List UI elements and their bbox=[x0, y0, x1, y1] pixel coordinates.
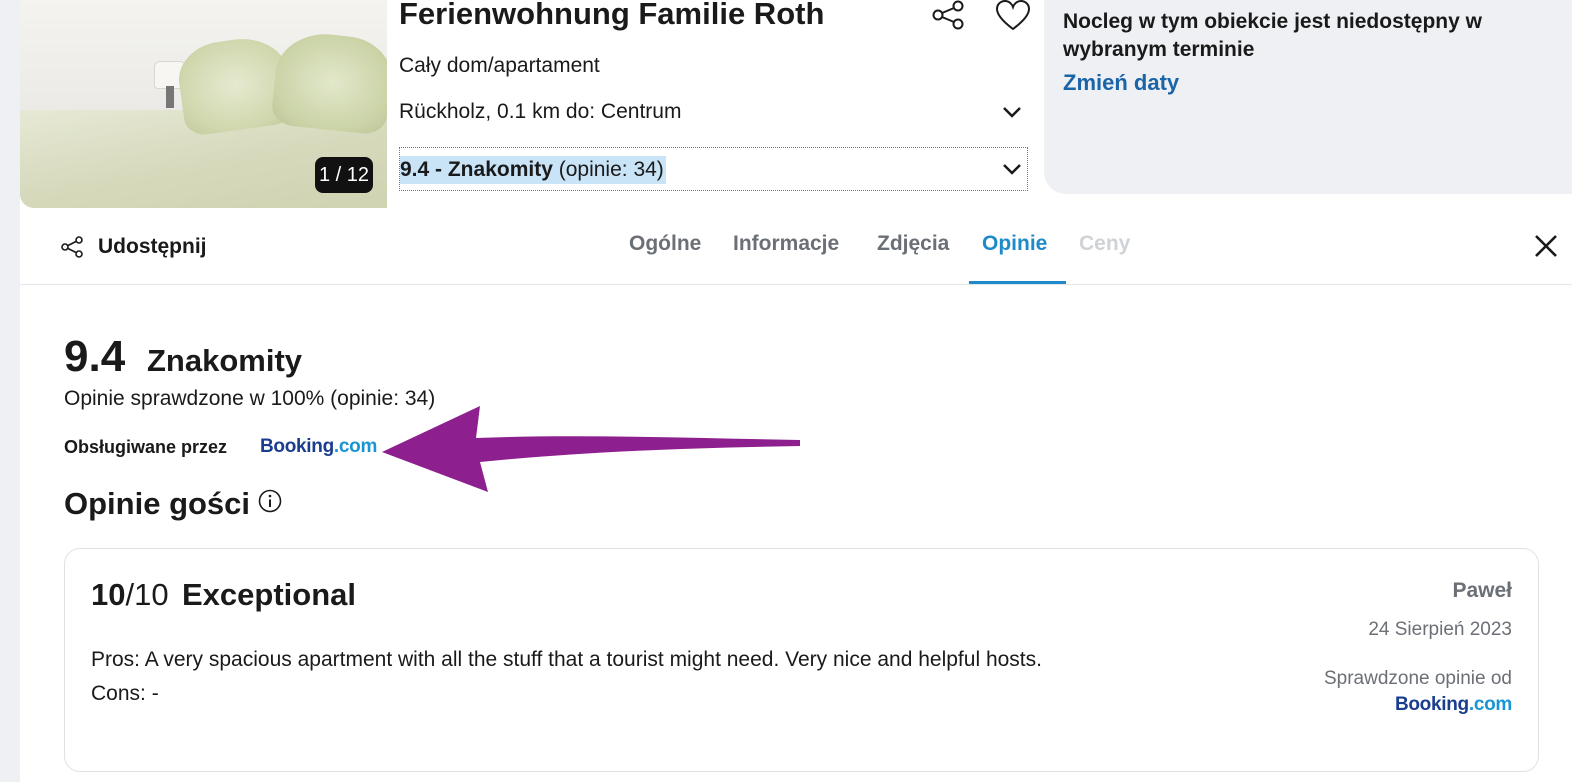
share-button[interactable]: Udostępnij bbox=[60, 232, 207, 262]
chevron-down-icon[interactable] bbox=[1001, 158, 1023, 180]
annotation-arrow bbox=[382, 406, 800, 492]
guest-reviews-heading: Opinie gości bbox=[64, 486, 251, 521]
rating-dropdown[interactable]: 9.4 - Znakomity (opinie: 34) bbox=[399, 147, 1028, 191]
review-verified-label: Sprawdzone opinie od bbox=[1323, 668, 1512, 689]
review-text: Pros: A very spacious apartment with all… bbox=[91, 648, 1042, 705]
tab-opinie[interactable]: Opinie bbox=[982, 232, 1047, 256]
tab-bar: Udostępnij Ogólne Informacje Zdjęcia Opi… bbox=[20, 208, 1572, 285]
active-tab-indicator bbox=[969, 281, 1066, 284]
details-panel: Udostępnij Ogólne Informacje Zdjęcia Opi… bbox=[20, 208, 1572, 782]
property-type: Cały dom/apartament bbox=[399, 54, 600, 77]
review-date: 24 Sierpień 2023 bbox=[1368, 619, 1512, 640]
review-card: 10/10 Exceptional Pros: A very spacious … bbox=[64, 548, 1539, 772]
left-gutter bbox=[0, 0, 20, 782]
hotel-title[interactable]: Ferienwohnung Familie Roth bbox=[399, 0, 824, 32]
overall-score-label: Znakomity bbox=[147, 343, 303, 378]
tab-informacje[interactable]: Informacje bbox=[733, 232, 839, 256]
info-icon[interactable] bbox=[258, 489, 282, 513]
booking-logo: Booking.com bbox=[1394, 694, 1512, 715]
review-score: 10/10 bbox=[91, 577, 169, 612]
location-text[interactable]: Rückholz, 0.1 km do: Centrum bbox=[399, 100, 681, 124]
review-title: Exceptional bbox=[182, 577, 356, 612]
availability-box: Nocleg w tym obiekcie jest niedostępny w… bbox=[1044, 0, 1572, 194]
close-icon[interactable] bbox=[1532, 232, 1560, 260]
rating-summary: 9.4 - Znakomity (opinie: 34) bbox=[400, 156, 666, 184]
hotel-photo[interactable]: 1 / 12 bbox=[20, 0, 387, 208]
availability-message: Nocleg w tym obiekcie jest niedostępny w… bbox=[1063, 10, 1482, 61]
rating-count: (opinie: 34) bbox=[558, 158, 664, 181]
tab-ceny[interactable]: Ceny bbox=[1079, 232, 1130, 256]
overall-score: 9.4 bbox=[64, 332, 126, 381]
change-dates-link[interactable]: Zmień daty bbox=[1063, 70, 1179, 96]
photo-counter: 1 / 12 bbox=[315, 157, 373, 193]
review-author: Paweł bbox=[1452, 579, 1512, 602]
page: 1 / 12 Ferienwohnung Familie Roth Cały d… bbox=[0, 0, 1572, 782]
heart-icon[interactable] bbox=[995, 0, 1031, 32]
share-label: Udostępnij bbox=[98, 235, 207, 258]
powered-by-label: Obsługiwane przez bbox=[64, 437, 228, 457]
rating-label: 9.4 - Znakomity bbox=[400, 158, 553, 181]
share-icon bbox=[61, 236, 83, 258]
tab-ogolne[interactable]: Ogólne bbox=[629, 232, 701, 256]
booking-logo: Booking.com bbox=[260, 436, 378, 457]
share-icon[interactable] bbox=[930, 0, 966, 30]
tab-zdjecia[interactable]: Zdjęcia bbox=[877, 232, 949, 256]
chevron-down-icon[interactable] bbox=[1001, 101, 1023, 123]
